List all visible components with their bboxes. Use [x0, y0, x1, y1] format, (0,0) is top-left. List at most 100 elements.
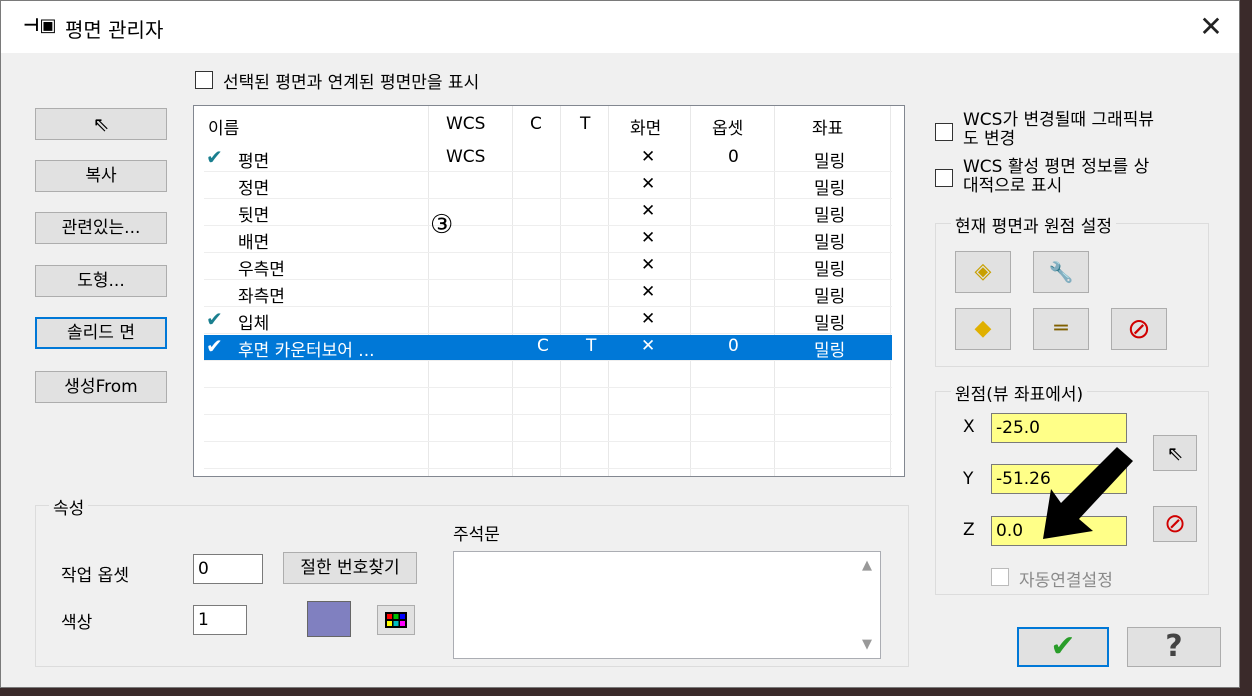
ok-button[interactable]: ✔ — [1017, 627, 1109, 667]
header-offset[interactable]: 옵셋 — [712, 114, 743, 140]
header-c[interactable]: C — [530, 114, 542, 140]
work-offset-label: 작업 옵셋 — [61, 566, 129, 586]
copy-button[interactable]: 복사 — [35, 160, 167, 192]
comment-textarea[interactable]: ▲ ▼ — [453, 551, 881, 659]
row-t: T — [586, 336, 597, 356]
comment-label: 주석문 — [453, 525, 500, 545]
table-row[interactable]: 좌측면 ✕ 밀링 — [204, 281, 892, 307]
find-number-button[interactable]: 절한 번호찾기 — [283, 552, 417, 584]
wcs-graphic-view-checkbox[interactable] — [935, 123, 953, 141]
row-view: ✕ — [641, 309, 656, 329]
row-view: ✕ — [641, 174, 656, 194]
row-offset: 0 — [728, 336, 739, 356]
wcs-relative-checkbox[interactable] — [935, 169, 953, 187]
arrow-annotation-icon — [1043, 447, 1133, 539]
row-coord: 밀링 — [814, 233, 846, 253]
row-name: 좌측면 — [238, 287, 285, 307]
row-view: ✕ — [641, 336, 656, 356]
row-coord: 밀링 — [814, 206, 846, 226]
table-row[interactable]: 우측면 ✕ 밀링 — [204, 254, 892, 280]
related-button[interactable]: 관련있는... — [35, 212, 167, 244]
row-view: ✕ — [641, 147, 656, 167]
properties-title: 속성 — [49, 494, 89, 519]
row-c: C — [537, 336, 549, 356]
origin-group-title: 원점(뷰 좌표에서) — [951, 380, 1088, 405]
x-input[interactable]: -25.0 — [991, 413, 1127, 443]
row-wcs: WCS — [446, 147, 486, 167]
row-coord: 밀링 — [814, 287, 846, 307]
table-row-selected[interactable]: ✔ 후면 카운터보어 ... C T ✕ 0 밀링 — [204, 334, 892, 361]
clear-icon[interactable]: ⊘ — [1111, 308, 1167, 350]
plane-set-icon[interactable]: ◈ — [955, 251, 1011, 293]
header-coord[interactable]: 좌표 — [812, 114, 843, 140]
filter-checkbox[interactable] — [195, 71, 213, 89]
checkmark-icon: ✔ — [206, 307, 223, 331]
solid-face-button[interactable]: 솔리드 면 — [35, 317, 167, 349]
scroll-up-icon[interactable]: ▲ — [862, 558, 872, 573]
clear-origin-button[interactable]: ⊘ — [1153, 506, 1197, 542]
wcs-relative-label: WCS 활성 평면 정보를 상 대적으로 표시 — [963, 157, 1150, 196]
color-label: 색상 — [61, 613, 93, 633]
row-view: ✕ — [641, 228, 656, 248]
plane-pin-icon: ⊣▣ — [23, 15, 57, 36]
annotation-number: ③ — [430, 210, 454, 240]
row-name: 배면 — [238, 233, 270, 253]
header-t[interactable]: T — [580, 114, 590, 140]
row-view: ✕ — [641, 255, 656, 275]
row-coord: 밀링 — [814, 152, 846, 172]
row-name: 뒷면 — [238, 206, 270, 226]
create-from-button[interactable]: 생성From — [35, 371, 167, 403]
palette-grid-icon — [385, 612, 407, 628]
color-palette-icon[interactable] — [377, 605, 415, 635]
row-name: 우측면 — [238, 260, 285, 280]
row-coord: 밀링 — [814, 314, 846, 334]
row-coord: 밀링 — [814, 341, 846, 361]
table-row[interactable]: 배면 ✕ 밀링 — [204, 227, 892, 253]
checkmark-icon: ✔ — [206, 145, 223, 169]
tool-plane-icon[interactable]: 🔧 — [1033, 251, 1089, 293]
wcs-graphic-view-label: WCS가 변경될때 그래픽뷰 도 변경 — [963, 110, 1155, 149]
table-row[interactable]: 정면 ✕ 밀링 — [204, 173, 892, 199]
z-label: Z — [963, 520, 975, 540]
checkmark-icon: ✔ — [206, 334, 223, 358]
table-row[interactable]: ✔ 평면 WCS ✕ 0 밀링 — [204, 145, 892, 172]
select-button[interactable]: ⇖ — [35, 108, 167, 140]
filter-checkbox-label: 선택된 평면과 연계된 평면만을 표시 — [223, 73, 480, 93]
help-button[interactable]: ? — [1127, 627, 1221, 667]
both-plane-icon[interactable]: ◆ — [955, 308, 1011, 350]
title-bar: ⊣▣ 평면 관리자 ✕ — [1, 1, 1239, 53]
geometry-button[interactable]: 도형... — [35, 265, 167, 297]
row-view: ✕ — [641, 282, 656, 302]
plane-list[interactable]: 이름 WCS C T 화면 옵셋 좌표 ✔ 평면 WCS ✕ 0 밀링 정면 ✕… — [193, 105, 905, 477]
x-label: X — [963, 417, 975, 437]
scroll-down-icon[interactable]: ▼ — [862, 637, 872, 652]
y-label: Y — [963, 469, 974, 489]
row-coord: 밀링 — [814, 260, 846, 280]
auto-connect-label: 자동연결설정 — [1019, 571, 1113, 591]
window-title: 평면 관리자 — [65, 18, 164, 42]
header-name[interactable]: 이름 — [208, 114, 239, 140]
header-wcs[interactable]: WCS — [446, 114, 485, 140]
table-row-empty — [204, 416, 892, 442]
plane-manager-dialog: ⊣▣ 평면 관리자 ✕ 선택된 평면과 연계된 평면만을 표시 ⇖ 복사 관련있… — [0, 0, 1240, 688]
table-row-empty — [204, 362, 892, 388]
row-name: 정면 — [238, 179, 270, 199]
work-offset-input[interactable]: 0 — [193, 554, 263, 584]
row-coord: 밀링 — [814, 179, 846, 199]
table-row[interactable]: 뒷면 ✕ 밀링 — [204, 200, 892, 226]
pick-origin-button[interactable]: ⇖ — [1153, 435, 1197, 471]
row-offset: 0 — [728, 147, 739, 167]
equal-icon[interactable]: ═ — [1033, 308, 1089, 350]
row-view: ✕ — [641, 201, 656, 221]
row-name: 후면 카운터보어 ... — [238, 341, 375, 361]
table-row-empty — [204, 389, 892, 415]
set-plane-origin-title: 현재 평면과 원점 설정 — [951, 212, 1116, 237]
row-name: 평면 — [238, 152, 270, 172]
close-button[interactable]: ✕ — [1193, 9, 1229, 45]
auto-connect-checkbox[interactable] — [991, 568, 1009, 586]
color-input[interactable]: 1 — [193, 605, 247, 635]
table-row-empty — [204, 443, 892, 469]
header-view[interactable]: 화면 — [630, 114, 661, 140]
table-row[interactable]: ✔ 입체 ✕ 밀링 — [204, 307, 892, 334]
color-swatch[interactable] — [307, 601, 351, 637]
